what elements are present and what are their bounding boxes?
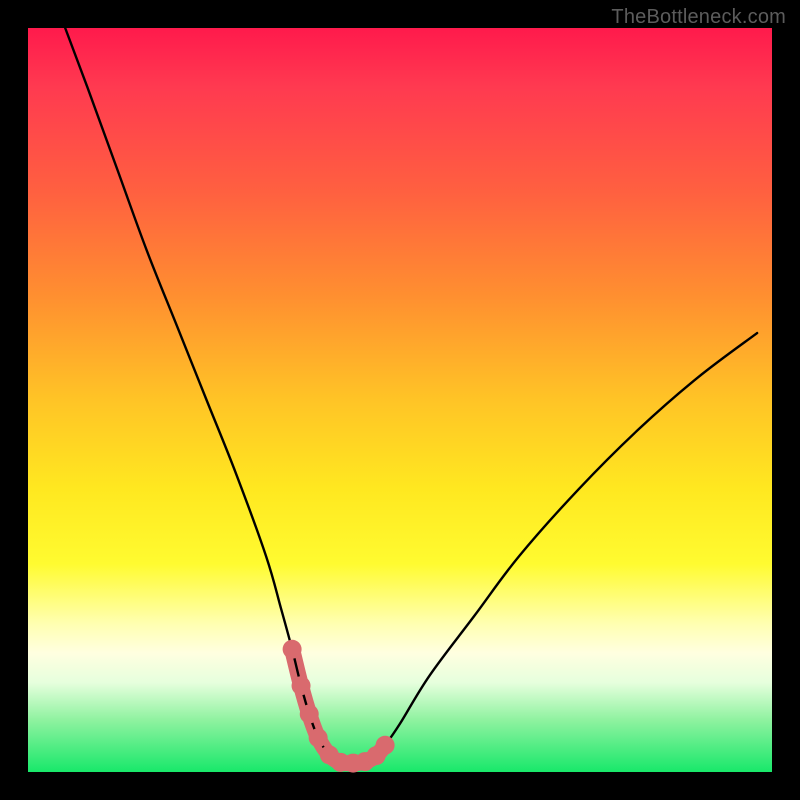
plot-area xyxy=(28,28,772,772)
bottleneck-curve xyxy=(65,28,757,763)
bottom-marker-dot xyxy=(376,736,395,755)
chart-svg xyxy=(28,28,772,772)
bottom-marker-dot xyxy=(292,676,311,695)
bottom-marker-dot xyxy=(300,704,319,723)
chart-frame: TheBottleneck.com xyxy=(0,0,800,800)
bottom-marker-dot xyxy=(309,728,328,747)
bottom-marker-dot xyxy=(283,640,302,659)
watermark-text: TheBottleneck.com xyxy=(611,6,786,29)
